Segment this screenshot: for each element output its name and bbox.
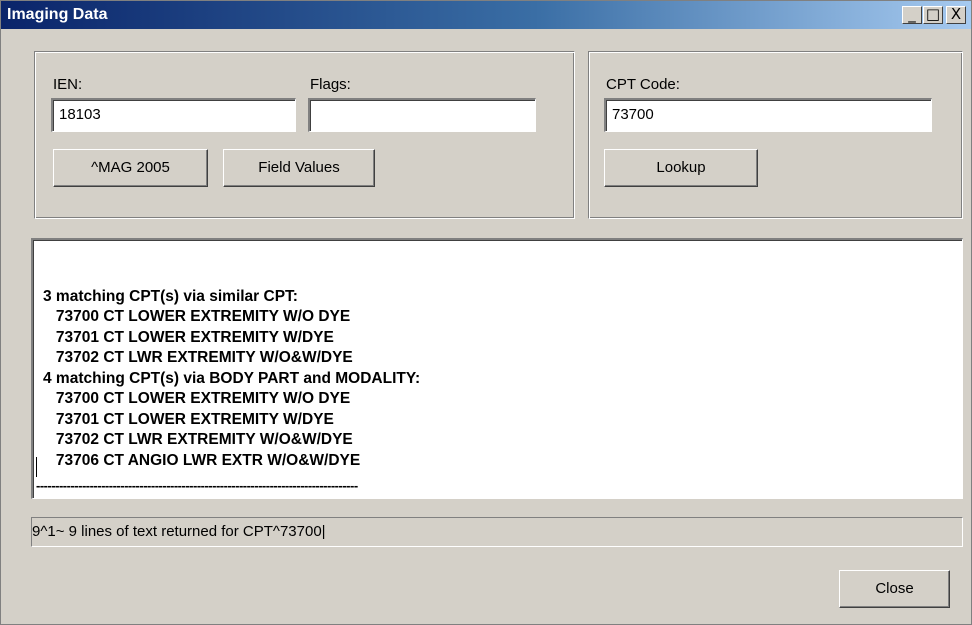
results-separator: ----------------------------------------… xyxy=(36,478,358,493)
results-line: 73702 CT LWR EXTREMITY W/O&W/DYE xyxy=(43,349,353,366)
maximize-button[interactable]: □ xyxy=(923,6,943,24)
results-line: 4 matching CPT(s) via BODY PART and MODA… xyxy=(43,369,421,387)
results-text: 3 matching CPT(s) via similar CPT: 73700… xyxy=(43,266,420,471)
results-line: 73702 CT LWR EXTREMITY W/O&W/DYE xyxy=(43,431,353,448)
field-values-button[interactable]: Field Values xyxy=(223,149,375,187)
window-title: Imaging Data xyxy=(7,6,108,23)
mag-2005-button[interactable]: ^MAG 2005 xyxy=(53,149,208,187)
ien-input[interactable]: 18103 xyxy=(51,98,296,132)
results-line: 73700 CT LOWER EXTREMITY W/O DYE xyxy=(43,308,351,325)
lookup-button[interactable]: Lookup xyxy=(604,149,758,187)
results-line: 73701 CT LOWER EXTREMITY W/DYE xyxy=(43,328,334,346)
results-line: 73701 CT LOWER EXTREMITY W/DYE xyxy=(43,410,334,428)
results-line: 3 matching CPT(s) via similar CPT: xyxy=(43,287,298,305)
flags-label: Flags: xyxy=(310,76,351,93)
results-line: 73706 CT ANGIO LWR EXTR W/O&W/DYE xyxy=(43,451,361,469)
cpt-code-input[interactable]: 73700 xyxy=(604,98,932,132)
close-window-button[interactable]: X xyxy=(946,6,966,24)
cpt-code-label: CPT Code: xyxy=(606,76,680,93)
results-line: 73700 CT LOWER EXTREMITY W/O DYE xyxy=(43,390,351,407)
close-button[interactable]: Close xyxy=(839,570,950,608)
text-caret xyxy=(36,457,37,477)
ien-flags-group xyxy=(34,51,575,219)
imaging-data-window: Imaging Data _ □ X IEN: 18103 Flags: ^MA… xyxy=(0,0,972,625)
status-bar: 9^1~ 9 lines of text returned for CPT^73… xyxy=(31,517,963,547)
minimize-button[interactable]: _ xyxy=(902,6,922,24)
results-memo[interactable]: 3 matching CPT(s) via similar CPT: 73700… xyxy=(31,238,963,499)
flags-input[interactable] xyxy=(308,98,536,132)
ien-label: IEN: xyxy=(53,76,83,93)
title-bar[interactable]: Imaging Data _ □ X xyxy=(1,1,971,29)
